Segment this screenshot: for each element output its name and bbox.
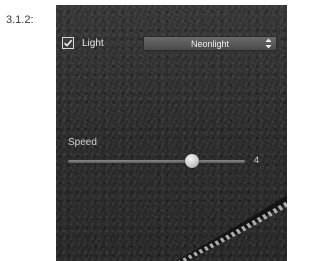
light-toggle-row: Light xyxy=(62,35,104,51)
speed-label: Speed xyxy=(68,137,97,148)
settings-panel: Light Neonlight Speed 4 xyxy=(56,5,287,261)
mode-dropdown-value: Neonlight xyxy=(190,38,230,49)
light-label: Light xyxy=(82,37,104,49)
updown-arrows-icon xyxy=(265,38,272,49)
light-checkbox[interactable] xyxy=(62,37,74,49)
speed-slider-thumb[interactable] xyxy=(184,154,199,168)
mode-dropdown[interactable]: Neonlight xyxy=(143,36,277,51)
speed-slider[interactable] xyxy=(68,154,245,168)
step-label: 3.1.2: xyxy=(6,14,34,26)
checkmark-icon xyxy=(63,39,73,47)
speed-value: 4 xyxy=(254,155,260,165)
